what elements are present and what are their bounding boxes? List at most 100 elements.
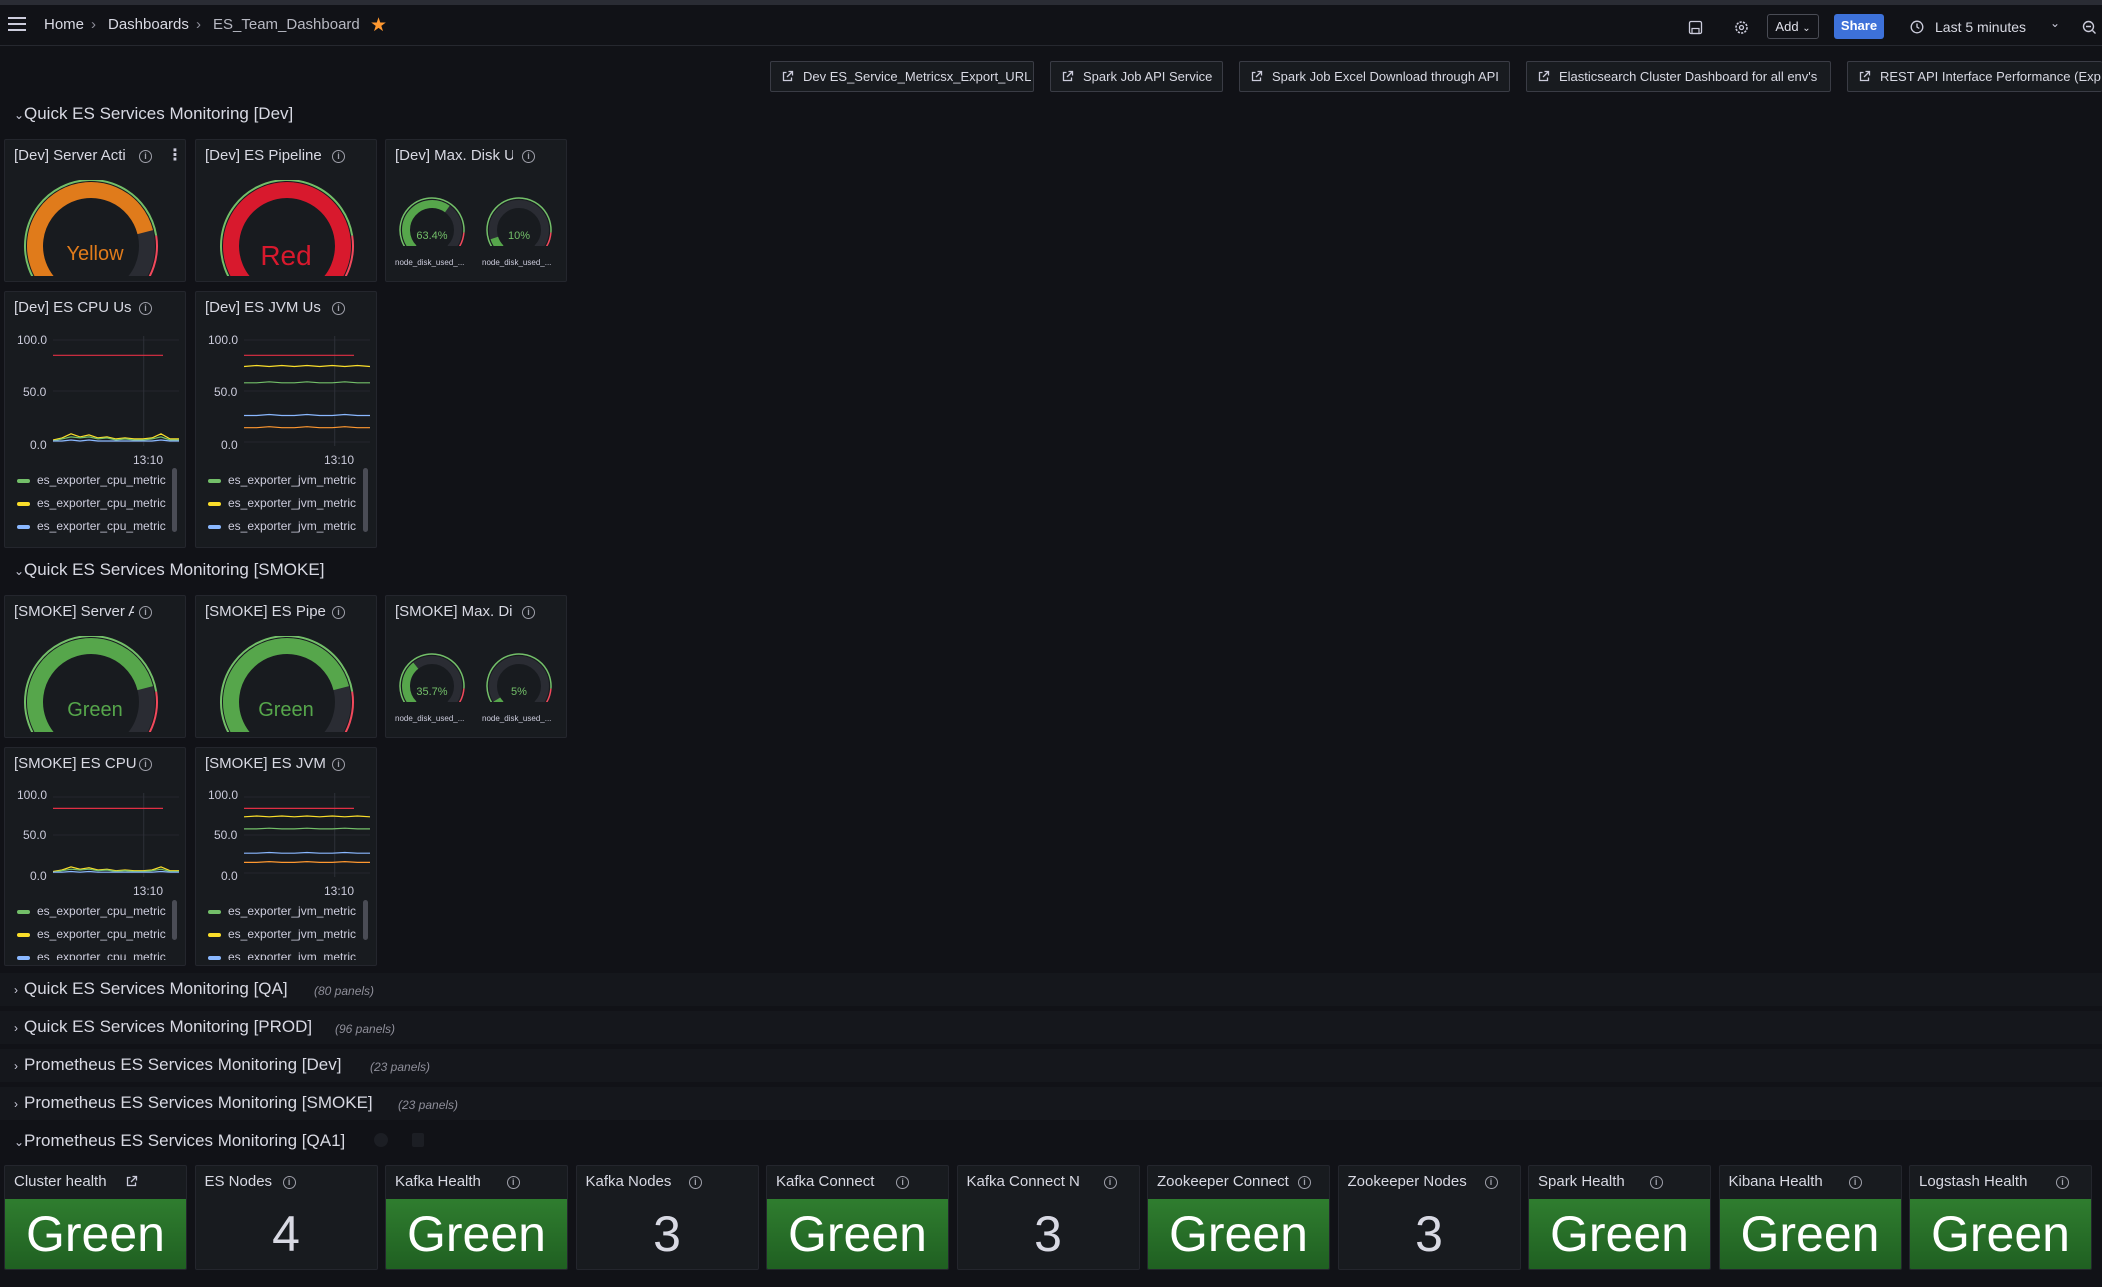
stat-panel[interactable]: Cluster health Green — [4, 1165, 187, 1270]
y-tick: 0.0 — [30, 438, 47, 452]
y-tick: 100.0 — [208, 788, 239, 802]
add-button[interactable]: Add ⌄ — [1767, 14, 1819, 39]
panel-dev-server[interactable]: [Dev] Server Acti i ⋮ Yellow — [4, 139, 186, 282]
row-prom-dev[interactable]: › Prometheus ES Services Monitoring [Dev]… — [0, 1049, 2102, 1082]
panel-dev-disk[interactable]: [Dev] Max. Disk U i 63.4% node_disk_used… — [385, 139, 567, 282]
panel-smoke-jvm[interactable]: [SMOKE] ES JVM i 100.0 50.0 0.0 13:10 es… — [195, 747, 377, 966]
star-icon[interactable]: ★ — [370, 14, 387, 37]
info-icon[interactable]: i — [522, 606, 535, 619]
info-icon[interactable]: i — [332, 758, 345, 771]
link-label: Dev ES_Service_Metricsx_Export_URL — [803, 69, 1032, 84]
panel-dev-pipeline[interactable]: [Dev] ES Pipeline i Red — [195, 139, 377, 282]
stat-panel[interactable]: Kafka Connect N i 3 — [956, 1165, 1140, 1270]
legend-item[interactable]: es_exporter_cpu_metric — [17, 473, 181, 487]
stat-value: Green — [1931, 1206, 2070, 1262]
legend-item[interactable]: es_exporter_cpu_metric — [17, 519, 181, 533]
legend-item[interactable]: es_exporter_jvm_metric — [208, 473, 372, 487]
external-link-icon[interactable] — [125, 1175, 138, 1193]
panel-dev-jvm[interactable]: [Dev] ES JVM Us i 100.0 50.0 0.0 13:10 e… — [195, 291, 377, 548]
stat-panel[interactable]: ES Nodes i 4 — [194, 1165, 378, 1270]
info-icon[interactable]: i — [1484, 1176, 1498, 1189]
panel-smoke-server[interactable]: [SMOKE] Server A i Green — [4, 595, 186, 738]
legend-scrollbar[interactable] — [363, 468, 368, 532]
y-tick: 50.0 — [23, 828, 47, 842]
series-line — [53, 870, 179, 873]
info-icon[interactable]: i — [522, 150, 535, 163]
panel-title: ES Nodes — [204, 1173, 273, 1190]
legend-scrollbar[interactable] — [172, 468, 177, 532]
row-title: Prometheus ES Services Monitoring [Dev] — [24, 1055, 342, 1074]
legend-item[interactable]: es_exporter_jvm_metric — [208, 927, 372, 941]
legend-item[interactable]: es_exporter_cpu_metric — [17, 496, 181, 510]
info-icon[interactable]: i — [506, 1176, 520, 1189]
link-rest-api-performance[interactable]: REST API Interface Performance (Exp — [1847, 61, 2102, 92]
legend-scrollbar[interactable] — [363, 900, 368, 940]
row-quick-prod[interactable]: › Quick ES Services Monitoring [PROD] (96… — [0, 1011, 2102, 1044]
chevron-down-icon: ⌄ — [14, 108, 25, 122]
link-dev-metrics-export[interactable]: Dev ES_Service_Metricsx_Export_URL — [770, 61, 1034, 92]
stat-panel[interactable]: Kafka Connect i Green — [766, 1165, 949, 1270]
breadcrumb-home[interactable]: Home — [44, 16, 84, 33]
stat-panel[interactable]: Zookeeper Nodes i 3 — [1337, 1165, 1521, 1270]
info-icon[interactable]: i — [2056, 1176, 2069, 1189]
link-spark-job-api[interactable]: Spark Job API Service — [1050, 61, 1223, 92]
stat-panel[interactable]: Kafka Health i Green — [385, 1165, 568, 1270]
legend-item[interactable]: es_exporter_cpu_metric — [17, 904, 181, 918]
legend-item[interactable]: es_exporter_cpu_metric — [17, 950, 181, 960]
stat-value: Green — [1550, 1206, 1689, 1262]
stat-panel[interactable]: Zookeeper Connect i Green — [1147, 1165, 1330, 1270]
legend-swatch — [208, 501, 221, 506]
stat-panel[interactable]: Spark Health i Green — [1528, 1165, 1711, 1270]
time-picker[interactable]: Last 5 minutes ⌄ — [1910, 14, 2060, 39]
menu-dots-icon[interactable]: ⋮ — [167, 145, 183, 165]
info-icon[interactable]: i — [139, 302, 152, 315]
save-icon[interactable] — [1688, 20, 1703, 35]
legend-item[interactable]: es_exporter_jvm_metric — [208, 950, 372, 960]
y-tick: 0.0 — [30, 869, 47, 883]
breadcrumb-current: ES_Team_Dashboard — [213, 16, 360, 33]
panel-title: [Dev] ES JVM Us — [205, 299, 321, 316]
zoom-out-icon[interactable] — [2082, 20, 2097, 35]
row-quick-smoke[interactable]: ⌄Quick ES Services Monitoring [SMOKE] — [14, 560, 324, 580]
gear-icon[interactable] — [1734, 20, 1749, 35]
row-prom-smoke[interactable]: › Prometheus ES Services Monitoring [SMOK… — [0, 1087, 2102, 1120]
mini-gauge-fill — [493, 697, 504, 702]
row-quick-dev[interactable]: ⌄Quick ES Services Monitoring [Dev] — [14, 104, 293, 124]
stat-panel[interactable]: Logstash Health i Green — [1909, 1165, 2092, 1270]
panel-smoke-pipeline[interactable]: [SMOKE] ES Pipe i Green — [195, 595, 377, 738]
info-icon[interactable]: i — [688, 1176, 702, 1189]
info-icon[interactable]: i — [282, 1176, 296, 1189]
info-icon[interactable]: i — [139, 606, 152, 619]
link-es-cluster-dashboard[interactable]: Elasticsearch Cluster Dashboard for all … — [1526, 61, 1831, 92]
menu-icon[interactable] — [8, 17, 26, 31]
info-icon[interactable]: i — [139, 758, 152, 771]
info-icon[interactable]: i — [332, 302, 345, 315]
row-title: Quick ES Services Monitoring [SMOKE] — [24, 560, 325, 579]
info-icon[interactable]: i — [1298, 1176, 1311, 1189]
legend-item[interactable]: es_exporter_jvm_metric — [208, 904, 372, 918]
row-settings-icon[interactable] — [374, 1133, 388, 1147]
share-button[interactable]: Share — [1834, 14, 1884, 39]
info-icon[interactable]: i — [332, 150, 345, 163]
breadcrumb-dashboards[interactable]: Dashboards — [108, 16, 189, 33]
legend-item[interactable]: es_exporter_cpu_metric — [17, 927, 181, 941]
stat-panel[interactable]: Kafka Nodes i 3 — [575, 1165, 759, 1270]
panel-smoke-disk[interactable]: [SMOKE] Max. Di i 35.7% node_disk_used_.… — [385, 595, 567, 738]
legend-scrollbar[interactable] — [172, 900, 177, 940]
info-icon[interactable]: i — [139, 150, 152, 163]
panel-dev-cpu[interactable]: [Dev] ES CPU Us i 100.0 50.0 0.0 13:10 e… — [4, 291, 186, 548]
panel-smoke-cpu[interactable]: [SMOKE] ES CPU i 100.0 50.0 0.0 13:10 es… — [4, 747, 186, 966]
row-delete-icon[interactable] — [412, 1133, 424, 1147]
legend-item[interactable]: es_exporter_jvm_metric — [208, 496, 372, 510]
legend-item[interactable]: es_exporter_jvm_metric — [208, 519, 372, 533]
stat-panel[interactable]: Kibana Health i Green — [1718, 1165, 1902, 1270]
row-title: Quick ES Services Monitoring [QA] — [24, 979, 288, 998]
info-icon[interactable]: i — [332, 606, 345, 619]
info-icon[interactable]: i — [1649, 1176, 1663, 1189]
info-icon[interactable]: i — [1103, 1176, 1117, 1189]
link-spark-excel-download[interactable]: Spark Job Excel Download through API — [1239, 61, 1510, 92]
info-icon[interactable]: i — [1848, 1176, 1862, 1189]
row-prom-qa1[interactable]: ⌄Prometheus ES Services Monitoring [QA1] — [14, 1131, 345, 1151]
stat-value-area: Green — [1910, 1199, 2091, 1269]
row-quick-qa[interactable]: › Quick ES Services Monitoring [QA] (80 p… — [0, 973, 2102, 1006]
